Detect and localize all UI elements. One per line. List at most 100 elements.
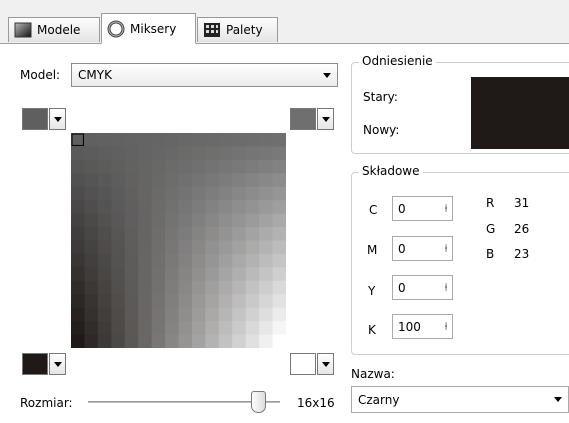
grid-cell[interactable]	[165, 253, 179, 268]
grid-cell[interactable]	[138, 227, 153, 241]
grid-cell[interactable]	[71, 173, 85, 188]
grid-cell[interactable]	[165, 227, 179, 241]
grid-cell[interactable]	[205, 294, 220, 309]
grid-cell[interactable]	[218, 294, 233, 309]
grid-cell[interactable]	[205, 267, 220, 282]
grid-cell[interactable]	[138, 294, 153, 309]
grid-cell[interactable]	[97, 227, 112, 241]
grid-cell[interactable]	[232, 294, 247, 309]
grid-cell[interactable]	[111, 146, 126, 161]
spin-arrows-icon[interactable]: ⍿	[440, 281, 452, 295]
grid-cell[interactable]	[259, 294, 274, 309]
grid-cell[interactable]	[205, 227, 220, 241]
grid-cell[interactable]	[232, 267, 247, 282]
grid-cell[interactable]	[97, 240, 112, 255]
grid-cell[interactable]	[124, 253, 139, 268]
grid-cell[interactable]	[232, 200, 247, 215]
top-right-swatch[interactable]	[290, 108, 316, 130]
grid-cell[interactable]	[124, 294, 139, 309]
grid-cell[interactable]	[71, 159, 85, 174]
grid-cell[interactable]	[97, 307, 112, 322]
grid-cell[interactable]	[97, 280, 112, 295]
grid-cell[interactable]	[138, 186, 153, 201]
grid-cell[interactable]	[245, 173, 260, 188]
grid-cell[interactable]	[124, 186, 139, 201]
grid-cell[interactable]	[111, 133, 126, 147]
grid-cell[interactable]	[272, 321, 286, 336]
grid-cell[interactable]	[272, 280, 286, 295]
grid-cell[interactable]	[165, 334, 179, 348]
grid-cell[interactable]	[97, 253, 112, 268]
top-right-color-picker[interactable]	[290, 108, 334, 130]
grid-cell[interactable]	[138, 146, 153, 161]
grid-cell[interactable]	[165, 173, 179, 188]
grid-cell[interactable]	[191, 186, 206, 201]
grid-cell[interactable]	[245, 334, 260, 348]
grid-cell[interactable]	[97, 159, 112, 174]
grid-cell[interactable]	[205, 240, 220, 255]
grid-cell[interactable]	[191, 321, 206, 336]
grid-cell[interactable]	[71, 321, 85, 336]
grid-cell[interactable]	[245, 280, 260, 295]
grid-cell[interactable]	[71, 227, 85, 241]
grid-cell[interactable]	[84, 267, 99, 282]
grid-cell[interactable]	[97, 200, 112, 215]
grid-cell[interactable]	[151, 334, 166, 348]
grid-cell[interactable]	[259, 173, 274, 188]
grid-cell[interactable]	[218, 213, 233, 228]
grid-cell[interactable]	[111, 159, 126, 174]
grid-cell[interactable]	[232, 253, 247, 268]
grid-cell[interactable]	[259, 267, 274, 282]
grid-cell[interactable]	[259, 334, 274, 348]
grid-cell[interactable]	[218, 159, 233, 174]
grid-cell[interactable]	[124, 146, 139, 161]
grid-cell[interactable]	[245, 294, 260, 309]
grid-cell[interactable]	[165, 213, 179, 228]
grid-cell[interactable]	[272, 146, 286, 161]
grid-cell[interactable]	[165, 294, 179, 309]
grid-cell[interactable]	[272, 267, 286, 282]
grid-cell[interactable]	[272, 159, 286, 174]
grid-cell[interactable]	[71, 267, 85, 282]
grid-cell[interactable]	[191, 280, 206, 295]
grid-cell[interactable]	[205, 173, 220, 188]
grid-cell[interactable]	[205, 133, 220, 147]
grid-cell[interactable]	[84, 334, 99, 348]
grid-cell[interactable]	[84, 213, 99, 228]
grid-cell[interactable]	[259, 280, 274, 295]
top-right-dropdown-button[interactable]	[317, 108, 334, 130]
grid-cell[interactable]	[259, 213, 274, 228]
grid-cell[interactable]	[178, 227, 193, 241]
grid-cell[interactable]	[71, 307, 85, 322]
grid-cell[interactable]	[205, 307, 220, 322]
grid-cell[interactable]	[84, 200, 99, 215]
grid-cell[interactable]	[84, 133, 99, 147]
grid-cell[interactable]	[272, 307, 286, 322]
grid-cell[interactable]	[151, 146, 166, 161]
grid-cell[interactable]	[111, 280, 126, 295]
grid-cell[interactable]	[205, 146, 220, 161]
grid-cell[interactable]	[178, 213, 193, 228]
grid-cell[interactable]	[138, 307, 153, 322]
grid-cell[interactable]	[232, 186, 247, 201]
grid-cell[interactable]	[97, 133, 112, 147]
grid-cell[interactable]	[138, 159, 153, 174]
top-left-swatch[interactable]	[22, 108, 48, 130]
grid-cell[interactable]	[218, 173, 233, 188]
grid-cell[interactable]	[218, 227, 233, 241]
grid-cell[interactable]	[97, 334, 112, 348]
grid-cell[interactable]	[124, 200, 139, 215]
grid-cell[interactable]	[245, 321, 260, 336]
grid-cell[interactable]	[138, 173, 153, 188]
grid-cell[interactable]	[124, 240, 139, 255]
grid-cell[interactable]	[232, 240, 247, 255]
grid-cell[interactable]	[205, 200, 220, 215]
grid-cell[interactable]	[232, 173, 247, 188]
grid-cell[interactable]	[151, 321, 166, 336]
grid-cell[interactable]	[124, 307, 139, 322]
grid-cell[interactable]	[71, 334, 85, 348]
grid-cell[interactable]	[205, 213, 220, 228]
grid-cell[interactable]	[272, 173, 286, 188]
grid-cell[interactable]	[151, 133, 166, 147]
grid-cell[interactable]	[151, 173, 166, 188]
